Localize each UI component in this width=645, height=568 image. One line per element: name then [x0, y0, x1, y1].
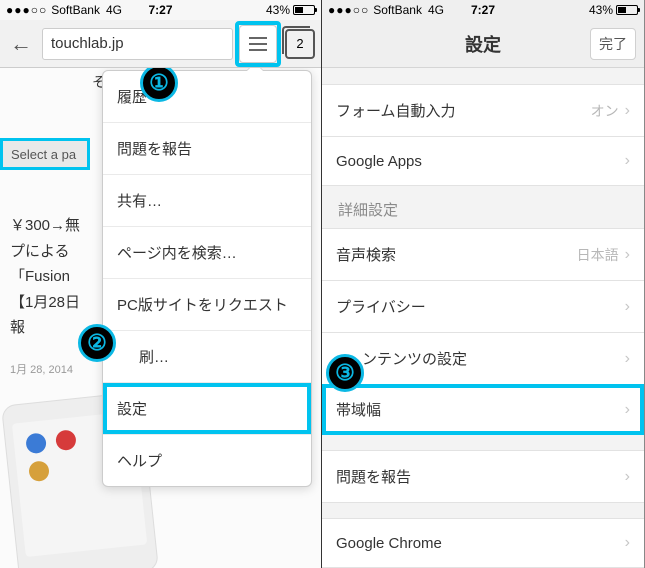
menu-item-help[interactable]: ヘルプ	[103, 435, 311, 486]
url-input[interactable]: touchlab.jp	[42, 28, 233, 60]
status-bar: ●●●○○ SoftBank 4G 7:27 43%	[0, 0, 321, 20]
menu-label: PC版サイトをリクエスト	[117, 297, 288, 314]
carrier-label: SoftBank	[51, 3, 100, 17]
signal-dots: ●●●○○	[6, 3, 47, 17]
select-page-dropdown[interactable]: Select a pa	[0, 138, 90, 170]
clock: 7:27	[148, 3, 172, 17]
chevron-right-icon: ›	[625, 401, 630, 419]
screenshot-right: ●●●○○ SoftBank 4G 7:27 43% 設定 完了 フォーム自動入…	[322, 0, 644, 568]
row-label: プライバシー	[336, 296, 426, 317]
overflow-menu: 履歴 問題を報告 共有… ページ内を検索… PC版サイトをリクエスト 刷… 設定…	[102, 70, 312, 487]
hamburger-icon	[249, 43, 267, 45]
row-voice-search[interactable]: 音声検索 日本語 ›	[322, 228, 644, 281]
network-label: 4G	[428, 3, 444, 17]
menu-label: 問題を報告	[117, 141, 192, 158]
row-content-settings[interactable]: ンテンツの設定 ›	[322, 332, 644, 385]
menu-label: 共有…	[117, 193, 162, 210]
row-label: Google Apps	[336, 153, 422, 170]
chevron-right-icon: ›	[625, 152, 630, 170]
battery-icon	[616, 5, 638, 15]
status-bar: ●●●○○ SoftBank 4G 7:27 43%	[322, 0, 644, 20]
done-label: 完了	[599, 34, 627, 54]
article-date: 1月 28, 2014	[10, 361, 73, 377]
menu-label: 設定	[117, 401, 147, 418]
tabs-button[interactable]: 2	[285, 29, 315, 59]
menu-item-report[interactable]: 問題を報告	[103, 123, 311, 175]
chevron-right-icon: ›	[625, 102, 630, 120]
battery-icon	[293, 5, 315, 15]
chevron-right-icon: ›	[625, 350, 630, 368]
chevron-right-icon: ›	[625, 534, 630, 552]
page-content: その他のデバ Select a pa ￥300→無 プによる 「Fusion 【…	[0, 68, 321, 568]
menu-label: ヘルプ	[117, 453, 162, 470]
row-label: フォーム自動入力	[336, 100, 456, 121]
battery-indicator: 43%	[266, 3, 315, 17]
row-privacy[interactable]: プライバシー ›	[322, 280, 644, 333]
menu-button[interactable]	[239, 25, 277, 63]
section-header-advanced: 詳細設定	[322, 185, 644, 228]
row-label: 問題を報告	[336, 466, 411, 487]
row-label: ンテンツの設定	[362, 348, 467, 369]
back-arrow-icon: ←	[10, 31, 32, 57]
battery-indicator: 43%	[589, 3, 638, 17]
settings-title: 設定	[465, 31, 501, 57]
row-label: 音声検索	[336, 244, 396, 265]
tab-count: 2	[296, 36, 303, 51]
row-report-issue[interactable]: 問題を報告 ›	[322, 450, 644, 503]
annotation-marker-3: ③	[326, 354, 364, 392]
row-value: 日本語	[577, 245, 619, 265]
row-google-apps[interactable]: Google Apps ›	[322, 136, 644, 186]
menu-item-settings[interactable]: 設定	[103, 383, 311, 435]
battery-pct: 43%	[266, 3, 290, 17]
carrier-label: SoftBank	[373, 3, 422, 17]
done-button[interactable]: 完了	[590, 28, 636, 60]
menu-item-history[interactable]: 履歴	[103, 71, 311, 123]
menu-item-find[interactable]: ページ内を検索…	[103, 227, 311, 279]
row-bandwidth[interactable]: 帯域幅 ›	[322, 384, 644, 435]
menu-item-desktop[interactable]: PC版サイトをリクエスト	[103, 279, 311, 331]
network-label: 4G	[106, 3, 122, 17]
article-title: ￥300→無 プによる 「Fusion 【1月28日 報	[10, 213, 105, 341]
browser-toolbar: ← touchlab.jp 2	[0, 20, 321, 68]
chevron-right-icon: ›	[625, 246, 630, 264]
settings-list[interactable]: フォーム自動入力 オン › Google Apps › 詳細設定 音声検索 日本…	[322, 68, 644, 568]
row-label: Google Chrome	[336, 535, 442, 552]
battery-pct: 43%	[589, 3, 613, 17]
row-autofill[interactable]: フォーム自動入力 オン ›	[322, 84, 644, 137]
settings-navbar: 設定 完了	[322, 20, 644, 68]
select-page-label: Select a pa	[11, 147, 76, 162]
annotation-marker-2: ②	[78, 324, 116, 362]
url-text: touchlab.jp	[51, 35, 124, 52]
clock: 7:27	[471, 3, 495, 17]
row-value: オン	[591, 101, 619, 121]
menu-item-share[interactable]: 共有…	[103, 175, 311, 227]
back-button[interactable]: ←	[6, 28, 36, 60]
menu-label: ページ内を検索…	[117, 245, 237, 262]
signal-dots: ●●●○○	[328, 3, 369, 17]
chevron-right-icon: ›	[625, 298, 630, 316]
row-label: 帯域幅	[336, 399, 381, 420]
menu-item-print[interactable]: 刷…	[103, 331, 311, 383]
screenshot-left: ●●●○○ SoftBank 4G 7:27 43% ← touchlab.jp…	[0, 0, 322, 568]
row-google-chrome[interactable]: Google Chrome ›	[322, 518, 644, 568]
chevron-right-icon: ›	[625, 468, 630, 486]
menu-label: 刷…	[139, 349, 169, 366]
